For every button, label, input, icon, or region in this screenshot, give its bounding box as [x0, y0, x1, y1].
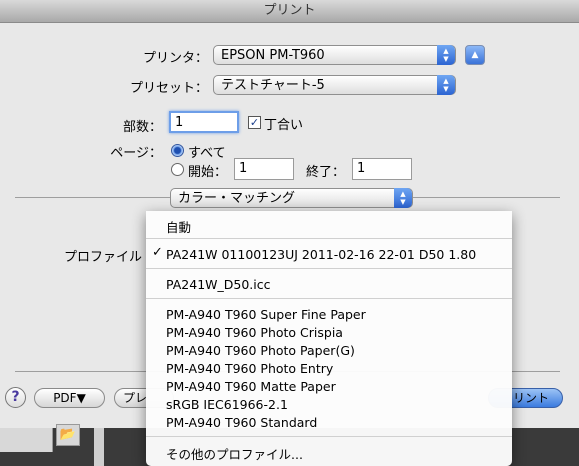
menu-separator [146, 298, 512, 299]
menu-separator [146, 238, 512, 239]
pages-to-field[interactable]: 1 [352, 158, 412, 180]
pages-range-radio[interactable] [171, 163, 184, 176]
profile-menu-item[interactable]: PM-A940 T960 Photo Paper(G) [166, 343, 355, 358]
copies-field[interactable]: 1 [169, 111, 239, 133]
profile-menu-item[interactable]: PM-A940 T960 Matte Paper [166, 379, 336, 394]
collate-label: 丁合い [264, 118, 304, 133]
profile-menu-item[interactable]: sRGB IEC61966-2.1 [166, 397, 288, 412]
profile-menu-item-selected[interactable]: PA241W 01100123UJ 2011-02-16 22-01 D50 1… [166, 247, 476, 262]
pages-from-label: 開始： [188, 165, 228, 180]
background-window [0, 428, 53, 452]
background-window-edge [94, 428, 104, 466]
pdf-menu-button[interactable]: PDF▼ [34, 388, 105, 408]
profile-menu-item-other[interactable]: その他のプロファイル... [166, 444, 303, 463]
popup-arrows-icon: ▲ ▼ [437, 45, 455, 65]
profile-menu-item[interactable]: 自動 [166, 217, 191, 236]
pages-all-radio[interactable] [171, 144, 184, 157]
printer-popup[interactable]: EPSON PM-T960 ▲ ▼ [213, 45, 456, 65]
profile-menu-item[interactable]: PM-A940 T960 Standard [166, 415, 317, 430]
pages-to-label: 終了： [306, 165, 346, 180]
pages-all-label: すべて [188, 146, 226, 161]
section-value: カラー・マッチング [178, 191, 296, 206]
disclosure-button[interactable]: ▲ [465, 45, 485, 65]
checkmark-icon: ✓ [152, 245, 163, 260]
triangle-up-icon: ▲ [471, 50, 479, 60]
profile-menu-item[interactable]: PA241W_D50.icc [166, 277, 270, 292]
preset-value: テストチャート-5 [221, 78, 325, 93]
checkmark-icon: ✓ [249, 116, 260, 129]
popup-arrows-icon: ▲ ▼ [437, 75, 455, 95]
folder-icon[interactable]: 📂 [56, 424, 80, 446]
profile-menu-item[interactable]: PM-A940 T960 Super Fine Paper [166, 307, 366, 322]
profile-menu: 自動 ✓ PA241W 01100123UJ 2011-02-16 22-01 … [146, 211, 512, 466]
section-popup[interactable]: カラー・マッチング ▲ ▼ [170, 188, 413, 208]
profile-label: プロファイル [63, 250, 142, 265]
profile-menu-item[interactable]: PM-A940 T960 Photo Crispia [166, 325, 343, 340]
profile-menu-item[interactable]: PM-A940 T960 Photo Entry [166, 361, 333, 376]
printer-label: プリンタ： [142, 51, 208, 66]
menu-separator [146, 268, 512, 269]
printer-value: EPSON PM-T960 [221, 48, 325, 63]
popup-arrows-icon: ▲ ▼ [394, 188, 412, 208]
collate-checkbox[interactable]: ✓ [248, 116, 261, 129]
menu-separator [146, 436, 512, 437]
copies-label: 部数： [122, 120, 162, 135]
pages-from-field[interactable]: 1 [234, 158, 294, 180]
preset-popup[interactable]: テストチャート-5 ▲ ▼ [213, 75, 456, 95]
help-button[interactable]: ? [5, 387, 26, 408]
pages-label: ページ： [110, 146, 162, 161]
preset-label: プリセット： [129, 81, 208, 96]
dialog-title: プリント [0, 0, 579, 23]
